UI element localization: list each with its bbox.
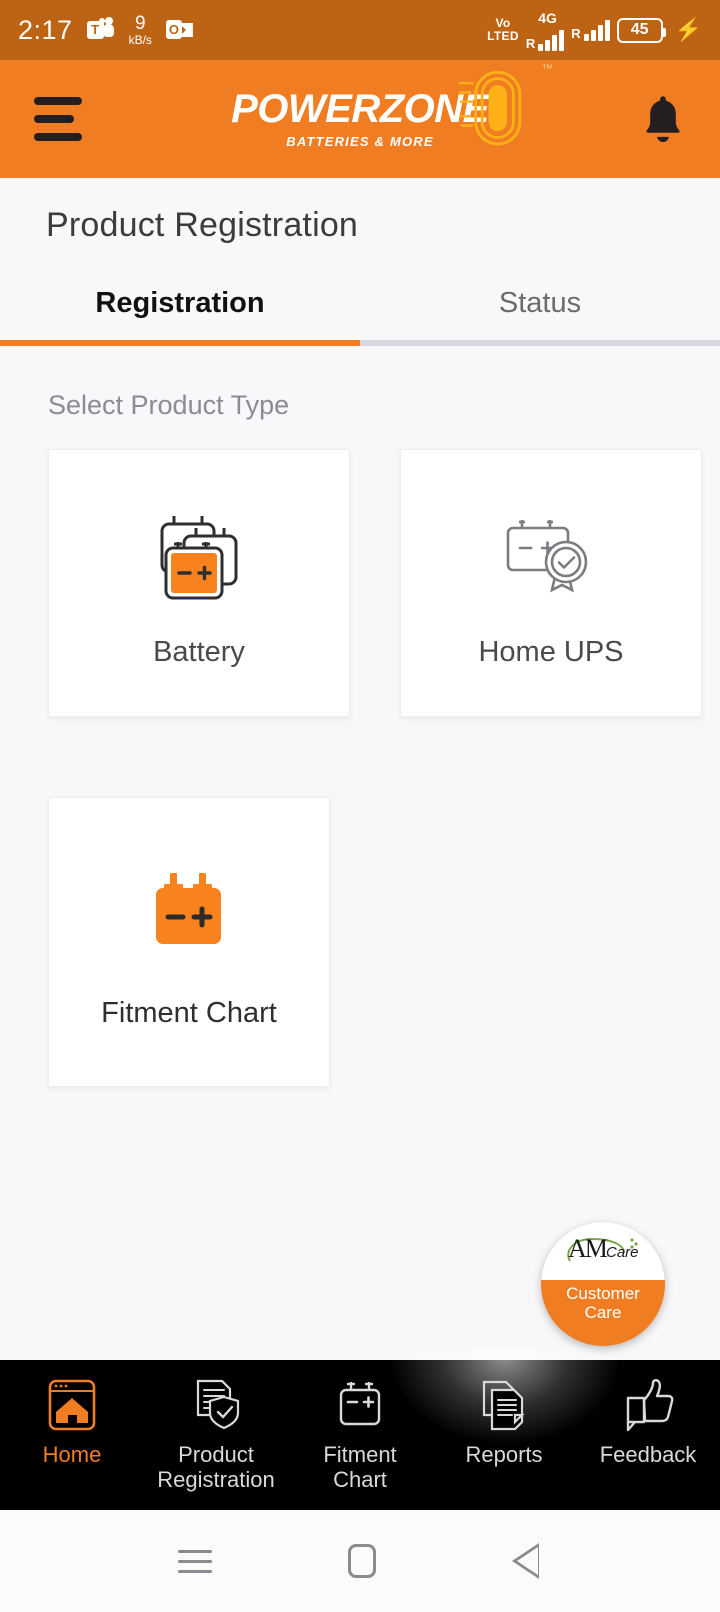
amcare-am-text: AM — [568, 1234, 608, 1263]
thumbs-up-icon-svg — [626, 1379, 674, 1432]
bell-icon[interactable] — [640, 94, 686, 144]
nav-item-feedback[interactable]: Feedback — [576, 1360, 720, 1467]
sim1-roaming-label: R — [525, 35, 536, 51]
nav-item-product-registration[interactable]: Product Registration — [144, 1360, 288, 1493]
nav-label-line1: Product — [178, 1442, 254, 1467]
tab-bar: Registration Status — [0, 273, 720, 340]
logo-wordmark: POWERZONE — [231, 89, 489, 129]
amcare-logo: AM Care — [558, 1231, 648, 1271]
signal-sim1: R 4G — [525, 9, 565, 51]
home-icon — [46, 1376, 98, 1434]
tab-registration[interactable]: Registration — [0, 273, 360, 340]
back-triangle-icon[interactable] — [512, 1543, 542, 1579]
customer-care-logo-area: AM Care — [541, 1222, 665, 1280]
status-bar: 2:17 T 9 kB/s O Vo LTED R 4G R 45 ⚡ — [0, 0, 720, 60]
teams-icon: T — [86, 17, 115, 43]
product-type-card-fitment-chart[interactable]: Fitment Chart — [48, 797, 330, 1087]
tab-active-indicator — [0, 340, 360, 346]
network-speed-unit: kB/s — [128, 33, 152, 47]
signal-bars-icon-2 — [583, 19, 610, 41]
nav-label-line2: Chart — [333, 1467, 387, 1493]
volte-line2: LTED — [487, 29, 519, 43]
nav-label-line2: Registration — [157, 1467, 275, 1493]
logo-swoosh-icon — [458, 70, 521, 146]
customer-care-fab[interactable]: AM Care Customer Care — [541, 1222, 665, 1346]
document-shield-check-icon-svg — [196, 1379, 240, 1430]
solid-battery-icon-svg — [156, 872, 221, 944]
network-type-label: 4G — [538, 9, 557, 26]
status-bar-right: Vo LTED R 4G R 45 ⚡ — [487, 10, 702, 51]
recents-icon[interactable] — [178, 1549, 212, 1573]
documents-stack-icon — [478, 1376, 530, 1434]
nav-item-fitment-chart[interactable]: Fitment Chart — [288, 1360, 432, 1493]
nav-item-reports[interactable]: Reports — [432, 1360, 576, 1467]
logo-trademark: ™ — [541, 63, 553, 75]
customer-care-label: Customer Care — [566, 1284, 640, 1322]
nav-label-line1: Feedback — [599, 1442, 697, 1467]
product-type-grid-row-1: Battery Home UPS — [0, 421, 720, 717]
outlook-icon: O — [165, 18, 193, 42]
battery-level-label: 45 — [630, 21, 649, 38]
page-title: Product Registration — [46, 206, 359, 244]
nav-item-home[interactable]: Home — [0, 1360, 144, 1467]
logo-tagline: BATTERIES & MORE — [286, 134, 434, 149]
battery-certified-badge-icon — [498, 498, 604, 610]
thumbs-up-icon — [620, 1376, 676, 1434]
battery-outline-icon — [333, 1376, 387, 1434]
signal-bars-icon-1 — [538, 29, 565, 51]
powerzone-logo: POWERZONE ™ BATTERIES & MORE — [231, 63, 553, 149]
home-icon-svg — [48, 1379, 96, 1431]
teams-icon-dot-small — [98, 18, 105, 24]
bell-icon-svg — [646, 96, 680, 142]
status-bar-left: 2:17 T 9 kB/s O — [18, 14, 193, 46]
charging-bolt-icon: ⚡ — [674, 17, 702, 42]
stacked-batteries-icon — [144, 498, 254, 610]
product-type-card-battery[interactable]: Battery — [48, 449, 350, 717]
sim1-signal-wrap: 4G — [538, 9, 565, 51]
documents-stack-icon-svg — [482, 1380, 525, 1431]
logo-main: POWERZONE ™ — [231, 63, 553, 146]
product-type-label: Home UPS — [478, 635, 624, 668]
customer-care-label-line1: Customer — [566, 1284, 640, 1303]
product-type-label: Fitment Chart — [101, 996, 277, 1029]
teams-icon-person — [102, 24, 114, 37]
sim2-roaming-label: R — [571, 26, 581, 41]
amcare-care-text: Care — [606, 1244, 639, 1261]
network-speed-indicator: 9 kB/s — [129, 14, 152, 46]
android-system-nav — [0, 1510, 720, 1612]
nav-item-label: Fitment Chart — [323, 1442, 396, 1493]
network-speed-value: 9 — [134, 13, 146, 34]
main-content: Product Registration Registration Status… — [0, 178, 720, 1360]
stacked-batteries-icon-svg — [160, 515, 238, 599]
nav-label-line1: Home — [42, 1442, 102, 1467]
phone-screen: 2:17 T 9 kB/s O Vo LTED R 4G R 45 ⚡ POWE… — [0, 0, 720, 1612]
volte-icon: Vo LTED — [487, 17, 519, 42]
signal-sim2: R — [571, 19, 610, 41]
logo-power-text: POWER — [231, 87, 380, 131]
customer-care-label-line2: Care — [584, 1303, 622, 1323]
nav-item-label: Product Registration — [157, 1442, 274, 1493]
product-type-grid-row-2: Fitment Chart — [0, 717, 720, 1087]
product-type-card-home-ups[interactable]: Home UPS — [400, 449, 702, 717]
nav-item-label: Home — [43, 1442, 102, 1467]
section-label-select-product-type: Select Product Type — [48, 390, 290, 420]
tab-status[interactable]: Status — [360, 273, 720, 340]
hamburger-menu-icon[interactable] — [34, 97, 82, 141]
battery-certified-badge-icon-svg — [506, 519, 588, 592]
clock: 2:17 — [18, 14, 73, 45]
home-square-icon[interactable] — [348, 1544, 376, 1578]
app-header: POWERZONE ™ BATTERIES & MORE — [0, 60, 720, 178]
product-type-label: Battery — [153, 635, 245, 668]
nav-item-label: Reports — [465, 1442, 542, 1467]
nav-label-line1: Fitment — [323, 1442, 397, 1467]
solid-battery-icon — [146, 855, 232, 967]
document-shield-check-icon — [188, 1376, 244, 1434]
battery-outline-icon-svg — [339, 1382, 381, 1426]
battery-icon: 45 — [616, 17, 666, 43]
bottom-navigation-bar: Home Product Registration Fitment Chart … — [0, 1348, 720, 1510]
nav-label-line1: Reports — [465, 1442, 543, 1467]
nav-item-label: Feedback — [600, 1442, 697, 1467]
outlook-icon-letter: O — [165, 20, 182, 39]
